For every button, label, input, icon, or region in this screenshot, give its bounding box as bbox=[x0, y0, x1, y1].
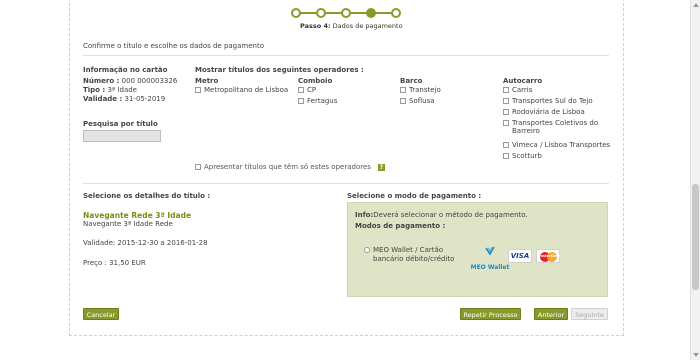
operators-col-barco: Barco bbox=[400, 77, 423, 85]
divider bbox=[83, 55, 609, 56]
operator-transtejo[interactable]: Transtejo bbox=[400, 86, 441, 94]
previous-button[interactable]: Anterior bbox=[534, 308, 568, 320]
payment-option-line1: MEO Wallet / Cartão bbox=[373, 246, 444, 254]
scroll-down-icon[interactable] bbox=[693, 353, 699, 357]
operator-rodoviaria[interactable]: Rodoviária de Lisboa bbox=[503, 108, 585, 116]
step-1-dot bbox=[291, 8, 301, 18]
scroll-thumb[interactable] bbox=[692, 184, 699, 290]
operator-vimeca[interactable]: Vimeca / Lisboa Transportes bbox=[503, 141, 610, 149]
checkbox[interactable] bbox=[503, 120, 509, 126]
payment-info-text: Deverá selecionar o método de pagamento. bbox=[373, 211, 528, 219]
card-type-value: 3ª Idade bbox=[105, 86, 137, 94]
checkbox[interactable] bbox=[503, 153, 509, 159]
checkbox[interactable] bbox=[400, 98, 406, 104]
card-info-title: Informação no cartão bbox=[83, 66, 168, 74]
payment-info-label: Info: bbox=[355, 211, 374, 219]
radio-button[interactable] bbox=[364, 247, 370, 253]
cancel-button[interactable]: Cancelar bbox=[83, 308, 119, 320]
operator-label: Transportes Sul do Tejo bbox=[512, 97, 593, 105]
checkbox[interactable] bbox=[503, 109, 509, 115]
details-title: Selecione os detalhes do título : bbox=[83, 192, 211, 200]
operator-label: Fertagus bbox=[307, 97, 338, 105]
card-type: Tipo : 3ª Idade bbox=[83, 86, 137, 94]
card-number-label: Número : bbox=[83, 77, 120, 85]
payment-option-label: MEO Wallet / Cartão bancário débito/crédi… bbox=[373, 246, 454, 264]
checkbox[interactable] bbox=[195, 164, 201, 170]
operator-label: Transportes Coletivos do Barreiro bbox=[512, 119, 599, 135]
operator-soflusa[interactable]: Soflusa bbox=[400, 97, 435, 105]
step-label-bold: Passo 4: bbox=[300, 22, 331, 30]
card-type-label: Tipo : bbox=[83, 86, 106, 94]
step-label-text: Dados de pagamento bbox=[330, 22, 403, 30]
operators-col-comboio: Comboio bbox=[298, 77, 333, 85]
operator-label: Carris bbox=[512, 86, 533, 94]
scroll-up-icon[interactable] bbox=[693, 3, 699, 7]
card-validity-label: Validade : bbox=[83, 95, 123, 103]
payment-modes-label: Modos de pagamento : bbox=[355, 222, 446, 230]
only-these-label: Apresentar títulos que têm só estes oper… bbox=[204, 163, 371, 171]
checkbox[interactable] bbox=[298, 98, 304, 104]
checkbox[interactable] bbox=[503, 98, 509, 104]
help-icon[interactable]: ? bbox=[377, 163, 385, 171]
mastercard-label: MasterCard bbox=[537, 254, 560, 258]
product-name: Navegante Rede 3ª Idade bbox=[83, 211, 192, 220]
meo-wallet-label: MEO Wallet bbox=[470, 264, 510, 271]
only-these-operators[interactable]: Apresentar títulos que têm só estes oper… bbox=[195, 163, 385, 171]
step-4-dot bbox=[366, 8, 376, 18]
operator-fertagus[interactable]: Fertagus bbox=[298, 97, 337, 105]
payment-title: Selecione o modo de pagamento : bbox=[347, 192, 482, 200]
payment-info: Info:Deverá selecionar o método de pagam… bbox=[355, 211, 528, 219]
operator-metropolitano[interactable]: Metropolitano de Lisboa bbox=[195, 86, 288, 94]
progress-stepper bbox=[291, 8, 401, 18]
checkbox[interactable] bbox=[195, 87, 201, 93]
repeat-process-button[interactable]: Repetir Processo bbox=[460, 308, 521, 320]
vertical-scrollbar[interactable] bbox=[690, 0, 700, 360]
card-number-value: 000 000003326 bbox=[119, 77, 178, 85]
step-5-dot bbox=[391, 8, 401, 18]
operator-tst[interactable]: Transportes Sul do Tejo bbox=[503, 97, 593, 105]
divider bbox=[83, 183, 609, 184]
next-button[interactable]: Seguinte bbox=[571, 308, 608, 320]
payment-option-line2: bancário débito/crédito bbox=[373, 255, 455, 263]
payment-panel: Info:Deverá selecionar o método de pagam… bbox=[347, 202, 608, 297]
checkbox[interactable] bbox=[298, 87, 304, 93]
card-number: Número : 000 000003326 bbox=[83, 77, 177, 85]
operators-title: Mostrar títulos dos seguintes operadores… bbox=[195, 66, 364, 74]
meo-wallet-icon bbox=[485, 246, 495, 256]
intro-text: Confirme o título e escolhe os dados de … bbox=[83, 42, 264, 50]
operator-carris[interactable]: Carris bbox=[503, 86, 532, 94]
product-validity: Validade: 2015-12-30 a 2016-01-28 bbox=[83, 239, 208, 247]
payment-option-meo[interactable]: MEO Wallet / Cartão bancário débito/crédi… bbox=[364, 246, 454, 264]
operator-tcb[interactable]: Transportes Coletivos do Barreiro bbox=[503, 119, 603, 135]
step-3-dot bbox=[341, 8, 351, 18]
operator-label: Transtejo bbox=[409, 86, 441, 94]
operator-label: Metropolitano de Lisboa bbox=[204, 86, 289, 94]
operator-label: Scotturb bbox=[512, 152, 542, 160]
step-2-dot bbox=[316, 8, 326, 18]
checkbox[interactable] bbox=[400, 87, 406, 93]
operator-scotturb[interactable]: Scotturb bbox=[503, 152, 542, 160]
step-label: Passo 4: Dados de pagamento bbox=[300, 22, 403, 30]
mastercard-logo: MasterCard bbox=[536, 249, 560, 263]
operator-cp[interactable]: CP bbox=[298, 86, 316, 94]
operator-label: CP bbox=[307, 86, 317, 94]
operator-label: Rodoviária de Lisboa bbox=[512, 108, 585, 116]
operators-col-metro: Metro bbox=[195, 77, 219, 85]
search-title: Pesquisa por título bbox=[83, 120, 158, 128]
operator-label: Vimeca / Lisboa Transportes bbox=[512, 141, 611, 149]
search-input[interactable] bbox=[83, 130, 161, 142]
meo-wallet-logo: MEO Wallet bbox=[470, 246, 510, 271]
operators-col-autocarro: Autocarro bbox=[503, 77, 543, 85]
card-validity: Validade : 31-05-2019 bbox=[83, 95, 165, 103]
product-price: Preço : 31,50 EUR bbox=[83, 259, 146, 267]
operator-label: Soflusa bbox=[409, 97, 435, 105]
visa-logo: VISA bbox=[508, 249, 532, 263]
checkbox[interactable] bbox=[503, 142, 509, 148]
product-subtitle: Navegante 3ª Idade Rede bbox=[83, 220, 173, 228]
checkbox[interactable] bbox=[503, 87, 509, 93]
card-validity-value: 31-05-2019 bbox=[122, 95, 166, 103]
